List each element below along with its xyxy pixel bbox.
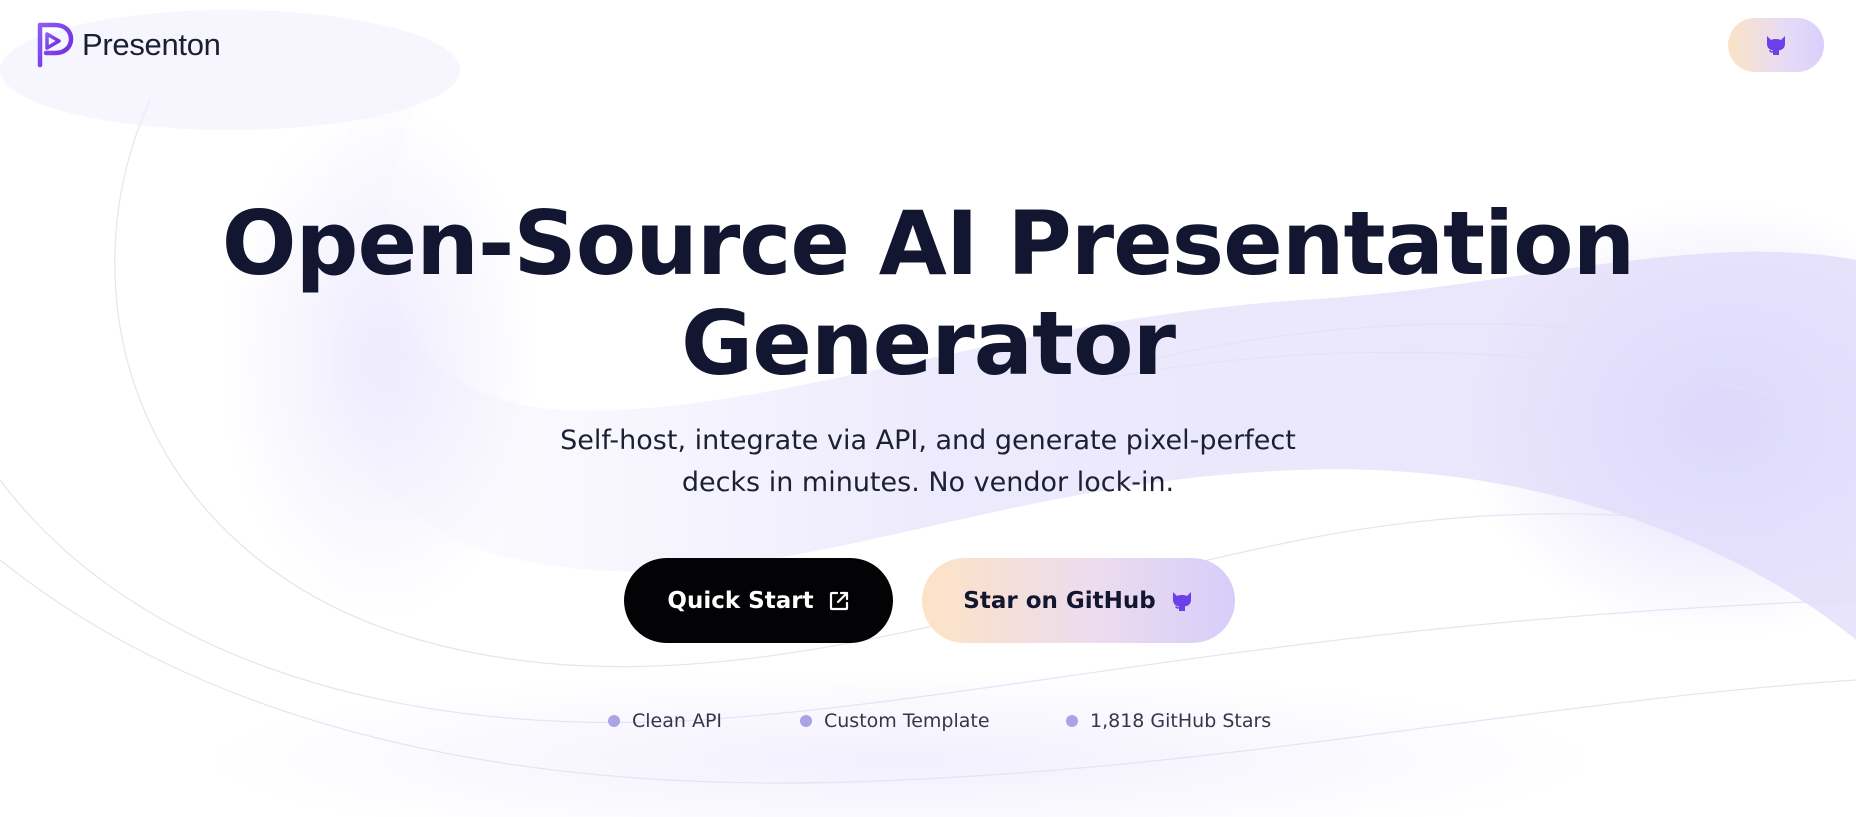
feature-list: Clean API Custom Template 1,818 GitHub S… xyxy=(0,710,1856,736)
hero-title-line-2: Generator xyxy=(681,292,1176,395)
hero-subtitle-line-2: decks in minutes. No vendor lock-in. xyxy=(681,467,1175,498)
bullet-dot xyxy=(800,715,812,727)
feature-item: 1,818 GitHub Stars xyxy=(1066,710,1271,732)
feature-label: 1,818 GitHub Stars xyxy=(1090,710,1272,732)
feature-item: Clean API xyxy=(608,710,722,732)
quick-start-label: Quick Start xyxy=(667,587,814,614)
hero-subtitle: Self-host, integrate via API, and genera… xyxy=(528,420,1328,504)
bullet-dot xyxy=(1066,715,1078,727)
hero-section: Open-Source AI Presentation Generator Se… xyxy=(0,0,1856,817)
star-on-github-button[interactable]: Star on GitHub xyxy=(922,558,1235,643)
hero-title-line-1: Open-Source AI Presentation xyxy=(221,192,1636,295)
star-on-github-label: Star on GitHub xyxy=(963,587,1156,614)
external-link-icon xyxy=(829,591,848,610)
quick-start-button[interactable]: Quick Start xyxy=(624,558,893,643)
hero-subtitle-line-1: Self-host, integrate via API, and genera… xyxy=(560,425,1296,456)
feature-item: Custom Template xyxy=(800,710,990,732)
github-icon xyxy=(1172,591,1191,611)
bullet-dot xyxy=(608,715,620,727)
feature-label: Custom Template xyxy=(824,710,990,732)
feature-label: Clean API xyxy=(632,710,723,732)
landing-page: Presenton Open-Source AI Presentation Ge… xyxy=(0,0,1856,817)
